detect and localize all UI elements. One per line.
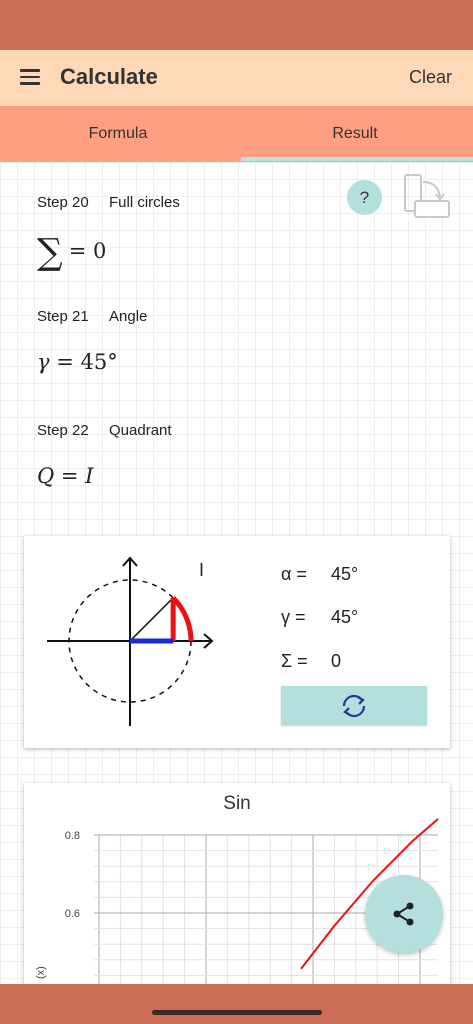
page-title: Calculate bbox=[60, 64, 158, 89]
rotate-screen-icon[interactable] bbox=[402, 173, 452, 221]
navigation-bar bbox=[0, 984, 473, 1024]
step-21-formula: γ = 45° bbox=[37, 350, 118, 374]
value-text: 45° bbox=[331, 564, 359, 584]
step-20-formula: ∑ = 0 bbox=[37, 232, 106, 273]
clear-button[interactable]: Clear bbox=[409, 67, 452, 88]
chart-y-axis-label: (x) bbox=[35, 966, 47, 979]
step-name: Angle bbox=[109, 308, 148, 325]
step-name: Quadrant bbox=[109, 422, 172, 439]
sigma-value-row: Σ = 0 bbox=[281, 651, 341, 672]
value-label: γ = bbox=[281, 607, 306, 627]
step-number: Step 21 bbox=[37, 308, 89, 325]
alpha-value-row: α = 45° bbox=[281, 564, 358, 585]
quadrant-label: I bbox=[199, 560, 205, 580]
step-22-formula: Q = I bbox=[37, 464, 93, 488]
home-indicator[interactable] bbox=[152, 1010, 322, 1015]
formula-value: = 45° bbox=[56, 350, 118, 374]
value-text: 45° bbox=[331, 607, 359, 627]
unit-circle-card: I α = 45° γ = 45° Σ = 0 bbox=[24, 536, 450, 748]
step-number: Step 22 bbox=[37, 422, 89, 439]
menu-icon[interactable] bbox=[20, 69, 40, 85]
formula-symbol: ∑ bbox=[37, 232, 63, 273]
step-number: Step 20 bbox=[37, 194, 89, 211]
step-name: Full circles bbox=[109, 194, 180, 211]
tab-formula[interactable]: Formula bbox=[0, 106, 236, 162]
step-22-label: Step 22 Quadrant bbox=[37, 422, 172, 439]
chart-y-tick-label: 0.8 bbox=[65, 830, 80, 842]
chart-tick-labels: 0.8 0.6 bbox=[65, 830, 80, 920]
formula-symbol: γ bbox=[37, 350, 50, 374]
gamma-value-row: γ = 45° bbox=[281, 607, 358, 628]
refresh-icon bbox=[342, 694, 366, 717]
tab-indicator bbox=[241, 157, 473, 161]
help-button[interactable]: ? bbox=[347, 180, 382, 215]
angle-arc bbox=[171, 596, 194, 642]
value-label: α = bbox=[281, 564, 307, 584]
step-20-label: Step 20 Full circles bbox=[37, 194, 180, 211]
share-icon bbox=[393, 902, 414, 926]
step-21-label: Step 21 Angle bbox=[37, 308, 147, 325]
value-label: Σ = bbox=[281, 651, 308, 671]
formula-value: = 0 bbox=[68, 239, 107, 263]
chart-y-tick-label: 0.6 bbox=[65, 908, 80, 920]
status-bar bbox=[0, 0, 473, 50]
value-text: 0 bbox=[331, 651, 342, 671]
tab-result[interactable]: Result bbox=[237, 106, 473, 162]
radius-line bbox=[129, 597, 174, 642]
refresh-button[interactable] bbox=[281, 686, 427, 725]
app-bar: Calculate Clear bbox=[0, 50, 473, 106]
formula-value: = I bbox=[60, 464, 94, 488]
tab-bar: Formula Result bbox=[0, 106, 473, 162]
share-button[interactable] bbox=[365, 875, 443, 953]
unit-circle-diagram bbox=[47, 556, 214, 726]
formula-symbol: Q bbox=[37, 464, 55, 488]
